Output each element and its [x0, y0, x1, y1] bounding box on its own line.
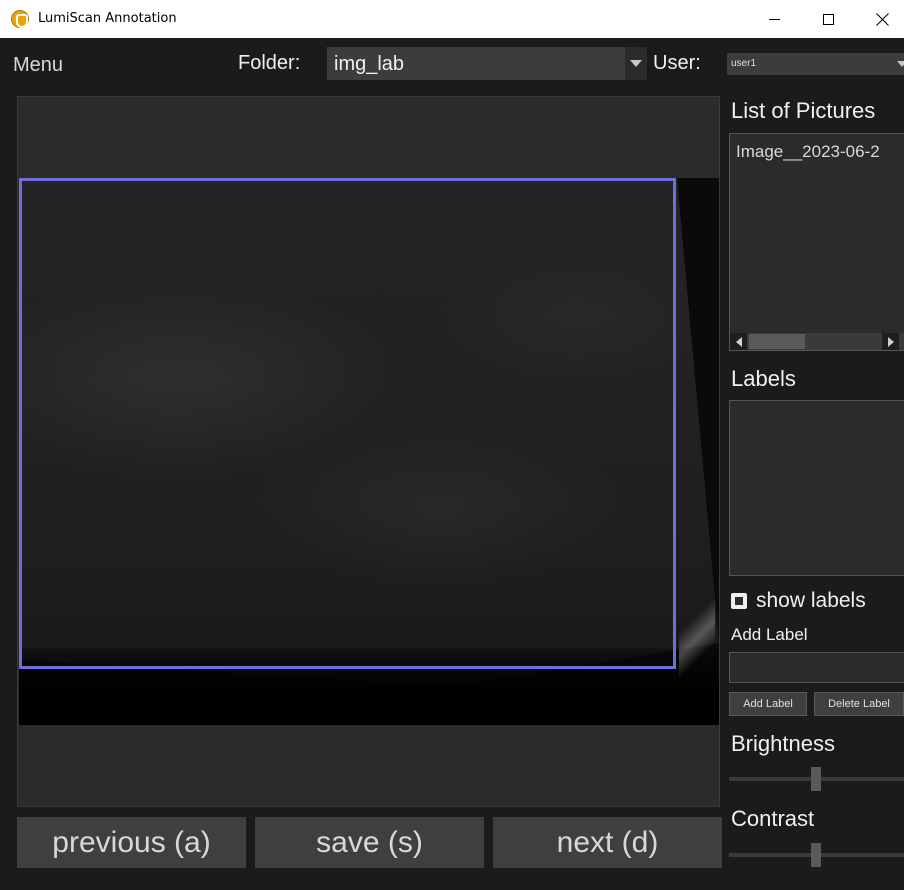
maximize-button[interactable]	[806, 0, 850, 38]
bounding-box[interactable]	[19, 178, 676, 669]
lumiscan-logo-icon	[11, 10, 29, 28]
previous-button[interactable]: previous (a)	[17, 817, 246, 868]
user-label: User:	[653, 52, 701, 74]
maximize-icon	[822, 13, 834, 25]
show-labels-toggle[interactable]: show labels	[731, 589, 866, 613]
arrow-right-icon	[887, 336, 894, 347]
close-icon	[876, 13, 889, 26]
brightness-heading: Brightness	[731, 731, 835, 756]
next-button[interactable]: next (d)	[493, 817, 722, 868]
save-button[interactable]: save (s)	[255, 817, 484, 868]
image-edge-highlight	[679, 598, 715, 678]
user-dropdown-arrow[interactable]	[895, 53, 904, 75]
chevron-down-icon	[897, 61, 904, 67]
folder-select[interactable]: img_lab	[327, 47, 647, 80]
scroll-thumb[interactable]	[749, 334, 805, 349]
list-item[interactable]: Image__2023-06-2	[736, 142, 880, 162]
pictures-list[interactable]: Image__2023-06-2	[729, 133, 904, 351]
pictures-hscrollbar[interactable]	[730, 333, 904, 350]
show-labels-checkbox[interactable]	[731, 593, 747, 609]
annotated-image[interactable]	[19, 178, 719, 725]
user-select[interactable]: user1	[727, 53, 904, 75]
contrast-slider-handle[interactable]	[811, 843, 821, 867]
contrast-heading: Contrast	[731, 806, 815, 831]
title-bar: LumiScan Annotation	[0, 0, 904, 38]
add-label-input[interactable]	[729, 652, 904, 683]
menu-button[interactable]: Menu	[13, 54, 63, 77]
brightness-slider-handle[interactable]	[811, 767, 821, 791]
scroll-right-button[interactable]	[882, 333, 899, 350]
delete-label-button[interactable]: Delete Label	[814, 692, 904, 716]
labels-list[interactable]	[729, 400, 904, 576]
show-labels-text: show labels	[756, 589, 866, 612]
add-label-caption: Add Label	[731, 625, 808, 644]
labels-heading: Labels	[731, 366, 796, 391]
folder-dropdown-arrow[interactable]	[625, 47, 647, 80]
minimize-button[interactable]	[752, 0, 796, 38]
user-select-value: user1	[731, 58, 757, 69]
window-title: LumiScan Annotation	[38, 11, 177, 26]
close-button[interactable]	[860, 0, 904, 38]
pictures-heading: List of Pictures	[731, 98, 876, 123]
folder-select-value: img_lab	[334, 53, 405, 75]
scroll-left-button[interactable]	[730, 333, 747, 350]
arrow-left-icon	[735, 336, 742, 347]
chevron-down-icon	[630, 60, 642, 67]
image-viewer[interactable]	[17, 96, 720, 807]
minimize-icon	[768, 18, 780, 20]
folder-label: Folder:	[238, 52, 301, 74]
add-label-button[interactable]: Add Label	[729, 692, 807, 716]
